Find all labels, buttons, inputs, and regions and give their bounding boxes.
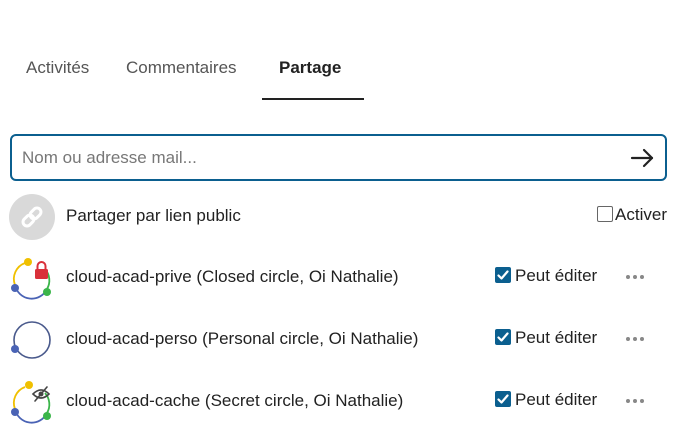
link-icon bbox=[9, 194, 55, 240]
can-edit-checkbox[interactable] bbox=[495, 329, 511, 345]
can-edit-toggle[interactable]: Peut éditer bbox=[495, 266, 597, 286]
can-edit-toggle[interactable]: Peut éditer bbox=[495, 390, 597, 410]
share-row: cloud-acad-perso (Personal circle, Oi Na… bbox=[0, 314, 679, 364]
closed-circle-avatar bbox=[9, 255, 55, 301]
more-options-icon[interactable] bbox=[624, 390, 646, 412]
tab-partage[interactable]: Partage bbox=[279, 58, 341, 78]
secret-circle-avatar bbox=[9, 379, 55, 425]
public-link-label: Partager par lien public bbox=[66, 206, 241, 225]
can-edit-toggle[interactable]: Peut éditer bbox=[495, 328, 597, 348]
share-row: cloud-acad-cache (Secret circle, Oi Nath… bbox=[0, 376, 679, 426]
more-options-icon[interactable] bbox=[624, 266, 646, 288]
more-options-icon[interactable] bbox=[624, 328, 646, 350]
share-search-input[interactable] bbox=[22, 144, 612, 172]
share-name: cloud-acad-prive (Closed circle, Oi Nath… bbox=[66, 267, 399, 286]
share-row: cloud-acad-prive (Closed circle, Oi Nath… bbox=[0, 252, 679, 302]
share-name: cloud-acad-perso (Personal circle, Oi Na… bbox=[66, 329, 419, 348]
public-link-toggle-label: Activer bbox=[615, 205, 667, 224]
public-link-checkbox[interactable] bbox=[597, 206, 614, 222]
can-edit-label: Peut éditer bbox=[515, 328, 598, 347]
can-edit-checkbox[interactable] bbox=[495, 391, 511, 407]
tab-activites[interactable]: Activités bbox=[26, 58, 89, 78]
public-link-row: Partager par lien public Activer bbox=[0, 191, 679, 241]
lock-icon bbox=[35, 261, 48, 279]
share-search-field bbox=[10, 134, 667, 181]
personal-circle-avatar bbox=[9, 317, 55, 363]
can-edit-label: Peut éditer bbox=[515, 390, 598, 409]
arrow-right-icon[interactable] bbox=[629, 145, 657, 171]
can-edit-checkbox[interactable] bbox=[495, 267, 511, 283]
share-name: cloud-acad-cache (Secret circle, Oi Nath… bbox=[66, 391, 404, 410]
public-link-toggle[interactable]: Activer bbox=[597, 205, 667, 227]
tab-commentaires[interactable]: Commentaires bbox=[126, 58, 237, 78]
can-edit-label: Peut éditer bbox=[515, 266, 598, 285]
tab-bar: Activités Commentaires Partage bbox=[0, 58, 679, 102]
active-tab-indicator bbox=[262, 98, 364, 100]
